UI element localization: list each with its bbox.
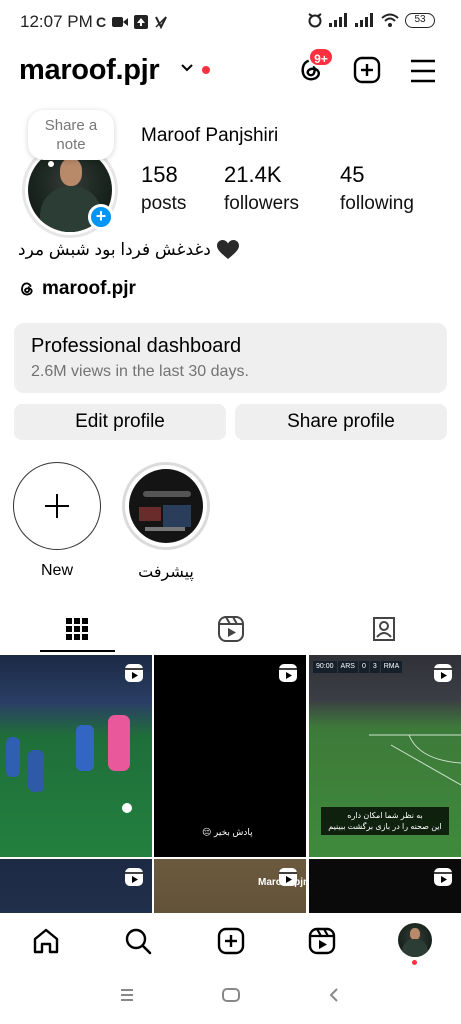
create-post-icon[interactable]	[353, 56, 381, 84]
professional-dashboard[interactable]: Professional dashboard 2.6M views in the…	[14, 323, 447, 393]
grid-post[interactable]	[0, 859, 152, 913]
share-note-bubble[interactable]: Share a note	[28, 110, 114, 160]
reel-indicator-icon	[434, 868, 452, 886]
vpn-icon	[155, 16, 168, 29]
bottom-navigation	[0, 913, 461, 971]
followers-stat[interactable]: 21.4K followers	[224, 162, 299, 215]
tagged-icon	[372, 617, 395, 641]
status-bar: 12:07 PM C 53	[0, 0, 461, 46]
share-profile-button[interactable]: Share profile	[235, 404, 447, 440]
tab-posts-grid[interactable]	[0, 605, 153, 653]
post-caption: پادش بخیر 😔	[202, 827, 253, 837]
create-icon[interactable]	[215, 925, 247, 957]
chevron-down-icon[interactable]	[180, 63, 194, 73]
following-stat[interactable]: 45 following	[340, 162, 414, 215]
active-tab-indicator	[40, 650, 115, 652]
menu-icon[interactable]	[409, 58, 437, 84]
new-highlight[interactable]: New	[13, 462, 101, 580]
grid-post[interactable]	[309, 859, 461, 913]
reel-indicator-icon	[125, 664, 143, 682]
grid-post[interactable]: پادش بخیر 😔	[154, 655, 306, 857]
tab-tagged[interactable]	[307, 605, 460, 653]
highlight-item[interactable]: پیشرفت	[122, 462, 210, 582]
bio-text: دغدغش فردا بود شبش مرد	[18, 240, 211, 259]
recents-icon[interactable]	[119, 987, 135, 1003]
grid-icon	[65, 618, 88, 640]
alarm-icon	[308, 13, 322, 28]
system-navigation-bar	[0, 975, 461, 1024]
bio: دغدغش فردا بود شبش مرد	[18, 240, 239, 260]
highlight-label: پیشرفت	[138, 564, 194, 581]
grid-post[interactable]	[0, 655, 152, 857]
status-dot	[202, 66, 210, 74]
edit-profile-button[interactable]: Edit profile	[14, 404, 226, 440]
profile-header: maroof.pjr 9+	[0, 47, 461, 94]
threads-icon	[21, 282, 33, 296]
battery-indicator: 53	[405, 12, 435, 28]
reels-icon[interactable]	[306, 925, 338, 957]
highlight-label: New	[40, 562, 73, 579]
notification-badge: 9+	[308, 47, 334, 67]
signal-icon	[355, 13, 373, 27]
dashboard-subtitle: 2.6M views in the last 30 days.	[31, 363, 249, 380]
dashboard-title: Professional dashboard	[31, 335, 242, 357]
full-name: Maroof Panjshiri	[141, 125, 279, 146]
grid-post[interactable]: 90:00 ARS 0 3 RMA به نظر شما امکان داره …	[309, 655, 461, 857]
posts-stat[interactable]: 158 posts	[141, 162, 186, 215]
profile-tabs	[0, 605, 461, 653]
upload-icon	[134, 15, 149, 29]
reels-icon	[217, 616, 244, 642]
back-icon[interactable]	[327, 987, 341, 1003]
signal-icon	[329, 13, 347, 27]
posts-grid: پادش بخیر 😔 90:00 ARS 0 3 RMA به نظر شما…	[0, 655, 461, 913]
tab-reels[interactable]	[154, 605, 307, 653]
search-icon[interactable]	[122, 925, 154, 957]
profile-avatar-nav[interactable]	[398, 923, 432, 957]
add-story-button[interactable]: +	[88, 204, 114, 230]
highlight-cover	[129, 469, 203, 543]
reel-indicator-icon	[125, 868, 143, 886]
reel-indicator-icon	[434, 664, 452, 682]
c-icon: C	[96, 14, 107, 30]
reel-indicator-icon	[279, 664, 297, 682]
account-username[interactable]: maroof.pjr	[19, 54, 160, 87]
plus-icon	[45, 494, 69, 518]
home-button-icon[interactable]	[221, 987, 241, 1003]
video-icon	[112, 17, 129, 27]
wifi-icon	[381, 13, 399, 27]
post-caption: به نظر شما امکان داره این صحنه را در باز…	[321, 807, 449, 835]
home-icon[interactable]	[30, 925, 62, 957]
grid-post[interactable]: Maroof.pjr	[154, 859, 306, 913]
scoreboard: 90:00 ARS 0 3 RMA	[313, 661, 403, 673]
black-heart-icon	[216, 240, 239, 259]
notification-dot	[412, 960, 417, 965]
threads-profile-link[interactable]: maroof.pjr	[18, 278, 136, 300]
reel-indicator-icon	[279, 868, 297, 886]
status-time: 12:07 PM	[20, 12, 93, 31]
